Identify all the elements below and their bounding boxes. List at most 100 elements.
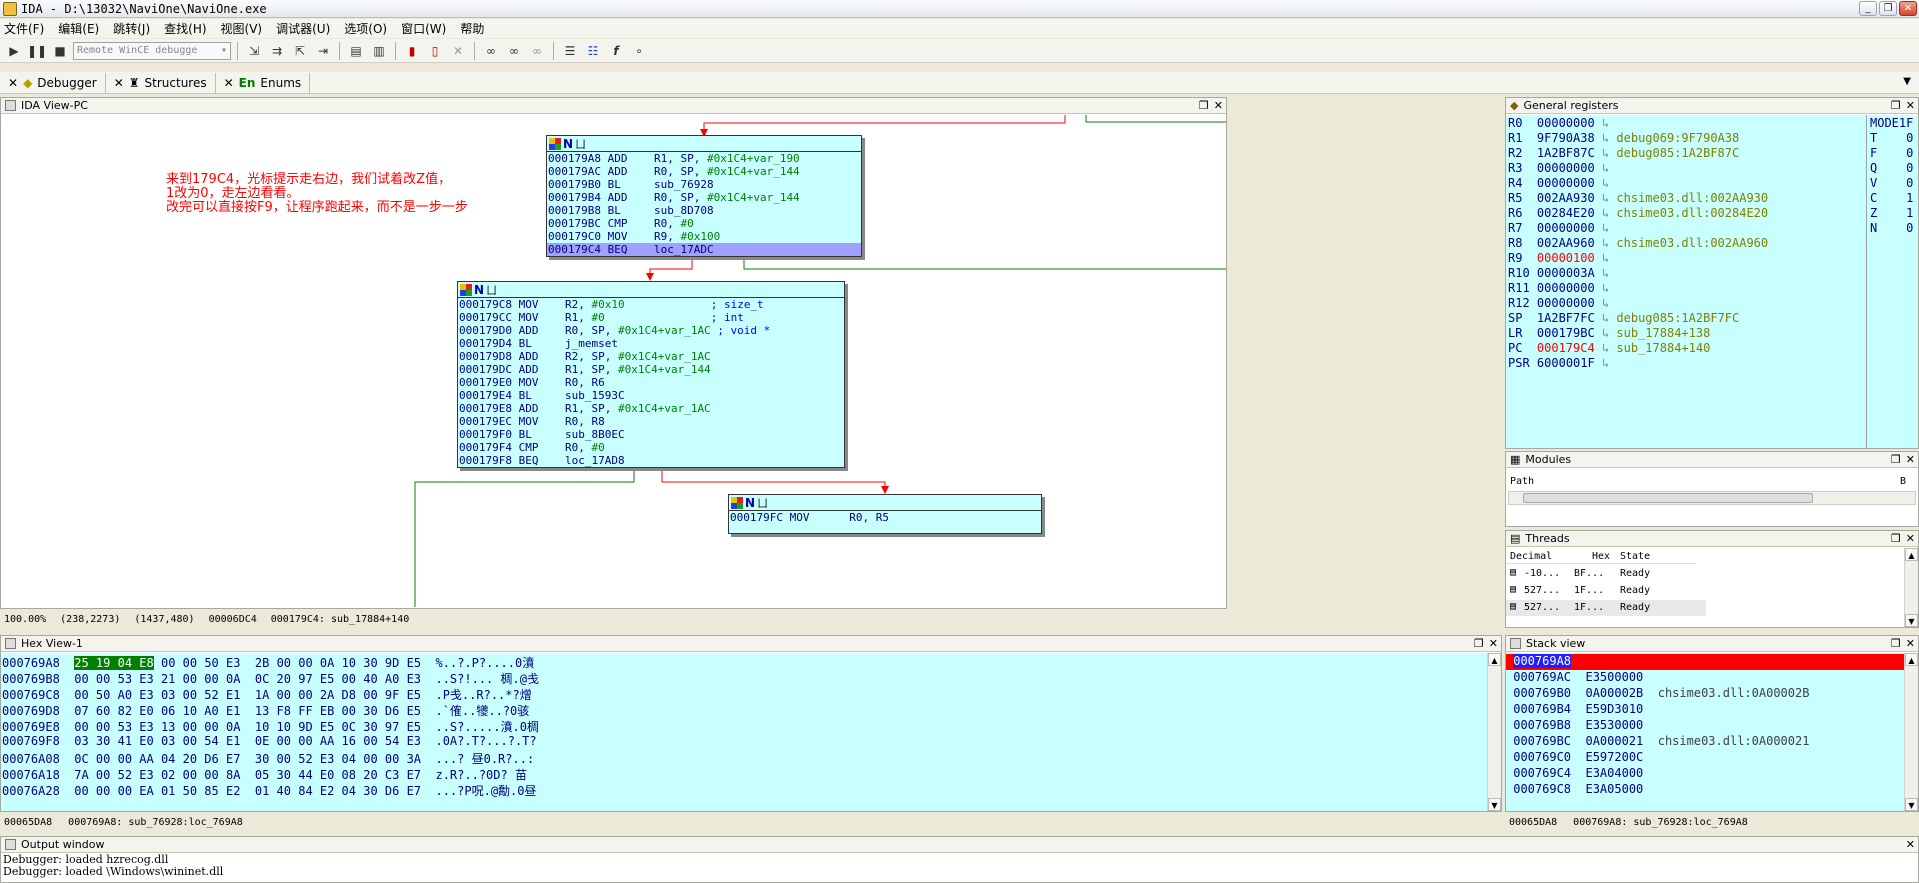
register-row[interactable]: R10 0000003A ↳	[1508, 266, 1609, 281]
attach-icon[interactable]: ▤	[346, 41, 366, 61]
close-icon[interactable]: ✕	[1489, 637, 1498, 650]
menu-file[interactable]: 文件(F)	[4, 20, 44, 37]
register-row[interactable]: R8 002AA960 ↳ chsime03.dll:002AA960	[1508, 236, 1768, 251]
hex-row[interactable]: 00076A18 7A 00 52 E3 02 00 00 8A 05 30 4…	[2, 766, 527, 782]
flag-row[interactable]: C 1	[1870, 191, 1913, 205]
instruction-row[interactable]: 000179C0 MOV R9, #0x100	[547, 230, 861, 243]
instruction-row[interactable]: 000179D8 ADD R2, SP, #0x1C4+var_1AC	[458, 350, 844, 363]
column-state[interactable]: State	[1620, 551, 1650, 562]
scroll-up-icon[interactable]: ▲	[1488, 653, 1501, 666]
instruction-row[interactable]: 000179C4 BEQ loc_17ADC	[547, 243, 861, 256]
menu-help[interactable]: 帮助	[460, 20, 484, 37]
register-row[interactable]: R2 1A2BF87C ↳ debug085:1A2BF87C	[1508, 146, 1739, 161]
stack-row[interactable]: 000769B0 0A00002B chsime03.dll:0A00002B	[1506, 686, 1809, 702]
stack-row[interactable]: 000769B8 E3530000	[1506, 718, 1643, 734]
restore-icon[interactable]: ❐	[1891, 532, 1901, 545]
basic-block-2[interactable]: N ㄩ 000179C8 MOV R2, #0x10 ; size_t 00017…	[457, 281, 845, 468]
hex-row[interactable]: 000769D8 07 60 82 E0 06 10 A0 E1 13 F8 F…	[2, 702, 529, 718]
register-row[interactable]: R7 00000000 ↳	[1508, 221, 1609, 236]
restore-icon[interactable]: ❐	[1199, 99, 1209, 112]
register-row[interactable]: R0 00000000 ↳	[1508, 116, 1609, 131]
stack-row[interactable]: 000769C8 E3A05000	[1506, 782, 1643, 798]
close-icon[interactable]: ✕	[1906, 532, 1915, 545]
instruction-row[interactable]: 000179F8 BEQ loc_17AD8	[458, 454, 844, 467]
close-button[interactable]: ✕	[1899, 1, 1917, 16]
restore-icon[interactable]: ❐	[1891, 637, 1901, 650]
step-over-icon[interactable]: ⇉	[267, 41, 287, 61]
scroll-up-icon[interactable]: ▲	[1905, 548, 1918, 561]
list-icon[interactable]: ☰	[560, 41, 580, 61]
graph-mode-icon[interactable]: ㄩ	[486, 282, 497, 298]
stack-row[interactable]: 000769C0 E597200C	[1506, 750, 1643, 766]
instruction-row[interactable]: 000179A8 ADD R1, SP, #0x1C4+var_190	[547, 152, 861, 165]
instruction-row[interactable]: 000179DC ADD R1, SP, #0x1C4+var_144	[458, 363, 844, 376]
close-icon[interactable]: ✕	[1906, 99, 1915, 112]
menu-debugger[interactable]: 调试器(U)	[276, 20, 330, 37]
close-icon[interactable]: ✕	[1906, 637, 1915, 650]
flag-row[interactable]: Z 1	[1870, 206, 1913, 220]
tab-debugger[interactable]: ✕ ◆ Debugger	[0, 72, 106, 93]
graph-canvas[interactable]: 来到179C4，光标提示走右边，我们试着改Z值， 1改为0，走左边看看。 改完可…	[2, 115, 1226, 607]
instruction-row[interactable]: 000179E4 BL sub_1593C	[458, 389, 844, 402]
register-row[interactable]: R12 00000000 ↳	[1508, 296, 1609, 311]
n-icon[interactable]: N	[563, 137, 573, 151]
register-row[interactable]: LR 000179BC ↳ sub_17884+138	[1508, 326, 1710, 341]
hex-row[interactable]: 000769F8 03 30 41 E0 03 00 54 E1 0E 00 0…	[2, 734, 537, 750]
instruction-row[interactable]: 000179C8 MOV R2, #0x10 ; size_t	[458, 298, 844, 311]
close-icon[interactable]: ✕	[1906, 453, 1915, 466]
instruction-row[interactable]: 000179D0 ADD R0, SP, #0x1C4+var_1AC ; vo…	[458, 324, 844, 337]
chevron-down-icon[interactable]: ▼	[1903, 76, 1911, 87]
stack-row[interactable]: 000769AC E3500000	[1506, 670, 1643, 686]
stack-list[interactable]: 000769A8 E8041925 000769AC E3500000 0007…	[1506, 653, 1906, 811]
close-icon[interactable]: ✕	[1906, 838, 1915, 851]
breakpoint-list-icon[interactable]: ▯	[425, 41, 445, 61]
basic-block-1[interactable]: N ㄩ 000179A8 ADD R1, SP, #0x1C4+var_190 0…	[546, 135, 862, 257]
flag-row[interactable]: Q 0	[1870, 161, 1913, 175]
scroll-up-icon[interactable]: ▲	[1905, 653, 1918, 666]
minimize-button[interactable]: _	[1859, 1, 1877, 16]
stack-row[interactable]: 000769A8 E8041925	[1506, 654, 1906, 670]
restore-icon[interactable]: ❐	[1474, 637, 1484, 650]
vertical-scrollbar[interactable]: ▲ ▼	[1904, 548, 1918, 627]
flag-row[interactable]: N 0	[1870, 221, 1913, 235]
register-row[interactable]: R4 00000000 ↳	[1508, 176, 1609, 191]
breakpoint-icon[interactable]: ▮	[402, 41, 422, 61]
thread-row[interactable]: ▤ 527... 1F... Ready	[1506, 600, 1706, 616]
register-row[interactable]: R9 00000100 ↳	[1508, 251, 1609, 266]
stack-row[interactable]: 000769B4 E59D3010	[1506, 702, 1643, 718]
instruction-row[interactable]: 000179B0 BL sub_76928	[547, 178, 861, 191]
hex-row[interactable]: 000769C8 00 50 A0 E3 03 00 52 E1 1A 00 0…	[2, 686, 532, 702]
stack-row[interactable]: 000769BC 0A000021 chsime03.dll:0A000021	[1506, 734, 1809, 750]
instruction-row[interactable]: 000179FC MOV R0, R5	[729, 511, 1041, 524]
stack-row[interactable]: 000769C4 E3A04000	[1506, 766, 1643, 782]
structure-icon[interactable]: ∘	[629, 41, 649, 61]
basic-block-3[interactable]: N ㄩ 000179FC MOV R0, R5	[728, 494, 1042, 534]
close-icon[interactable]: ✕	[224, 76, 234, 90]
delete-icon[interactable]: ✕	[448, 41, 468, 61]
instruction-row[interactable]: 000179B4 ADD R0, SP, #0x1C4+var_144	[547, 191, 861, 204]
tab-enums[interactable]: ✕ En Enums	[216, 72, 311, 93]
horizontal-scrollbar[interactable]	[1508, 491, 1916, 505]
registers-list[interactable]: R0 00000000 ↳ R1 9F790A38 ↳ debug069:9F79…	[1506, 115, 1918, 448]
column-hex[interactable]: Hex	[1592, 551, 1610, 562]
instruction-row[interactable]: 000179EC MOV R0, R8	[458, 415, 844, 428]
tab-structures[interactable]: ✕ ♜ Structures	[106, 72, 216, 93]
instruction-row[interactable]: 000179B8 BL sub_8D708	[547, 204, 861, 217]
color-icon[interactable]	[549, 137, 561, 150]
register-row[interactable]: SP 1A2BF7FC ↳ debug085:1A2BF7FC	[1508, 311, 1739, 326]
scroll-thumb[interactable]	[1523, 493, 1813, 503]
hex-row[interactable]: 000769A8 25 19 04 E8 00 00 50 E3 2B 00 0…	[2, 654, 534, 670]
color-icon[interactable]	[460, 283, 472, 296]
trace-icon[interactable]: ∞	[481, 41, 501, 61]
hex-dump[interactable]: 000769A8 25 19 04 E8 00 00 50 E3 2B 00 0…	[1, 653, 1487, 811]
detach-icon[interactable]: ▥	[369, 41, 389, 61]
threads-list[interactable]: Decimal Hex State ▤ -10... BF... Ready ▤ 527... 1…	[1506, 548, 1904, 627]
run-to-cursor-icon[interactable]: ⇥	[313, 41, 333, 61]
menu-windows[interactable]: 窗口(W)	[401, 20, 446, 37]
register-row[interactable]: R11 00000000 ↳	[1508, 281, 1609, 296]
flag-row[interactable]: F 0	[1870, 146, 1913, 160]
flag-row[interactable]: MODE1F	[1870, 116, 1913, 130]
instruction-row[interactable]: 000179F0 BL sub_8B0EC	[458, 428, 844, 441]
color-icon[interactable]	[731, 496, 743, 509]
instruction-row[interactable]: 000179D4 BL j_memset	[458, 337, 844, 350]
